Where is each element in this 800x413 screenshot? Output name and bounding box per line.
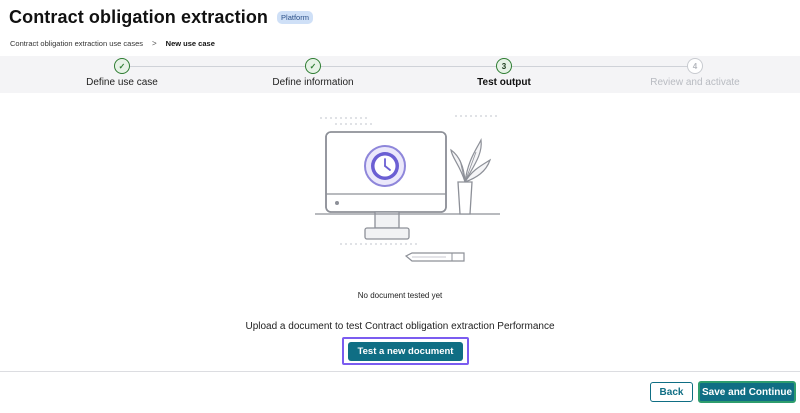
progress-stepper: ✓ Define use case ✓ Define information 3… [0, 56, 800, 93]
step-test-output[interactable]: 3 Test output [424, 58, 584, 88]
action-highlight-outline: Test a new document [342, 337, 469, 365]
step-label: Test output [477, 77, 531, 88]
breadcrumb-parent-link[interactable]: Contract obligation extraction use cases [10, 39, 143, 48]
empty-state-description: Upload a document to test Contract oblig… [245, 321, 555, 332]
save-and-continue-button[interactable]: Save and Continue [698, 381, 796, 403]
breadcrumb-current: New use case [165, 39, 215, 48]
footer-divider [0, 371, 800, 372]
title-row: Contract obligation extraction Platform [9, 7, 313, 28]
breadcrumb: Contract obligation extraction use cases… [10, 39, 215, 48]
breadcrumb-separator: > [152, 39, 157, 48]
step-define-information[interactable]: ✓ Define information [233, 58, 393, 88]
step-label: Define information [272, 77, 354, 88]
step-review-and-activate: 4 Review and activate [615, 58, 775, 88]
step-number: 3 [496, 58, 512, 74]
back-button[interactable]: Back [650, 382, 693, 402]
step-complete-check-icon: ✓ [114, 58, 130, 74]
step-label: Define use case [86, 77, 158, 88]
test-new-document-button[interactable]: Test a new document [347, 341, 464, 361]
step-complete-check-icon: ✓ [305, 58, 321, 74]
page-header: Contract obligation extraction Platform … [0, 0, 800, 56]
step-number: 4 [687, 58, 703, 74]
monitor-clock-illustration [315, 115, 500, 262]
empty-state-title: No document tested yet [357, 291, 443, 300]
step-label: Review and activate [650, 77, 740, 88]
platform-badge: Platform [277, 11, 313, 24]
page-title: Contract obligation extraction [9, 7, 269, 27]
step-define-use-case[interactable]: ✓ Define use case [42, 58, 202, 88]
